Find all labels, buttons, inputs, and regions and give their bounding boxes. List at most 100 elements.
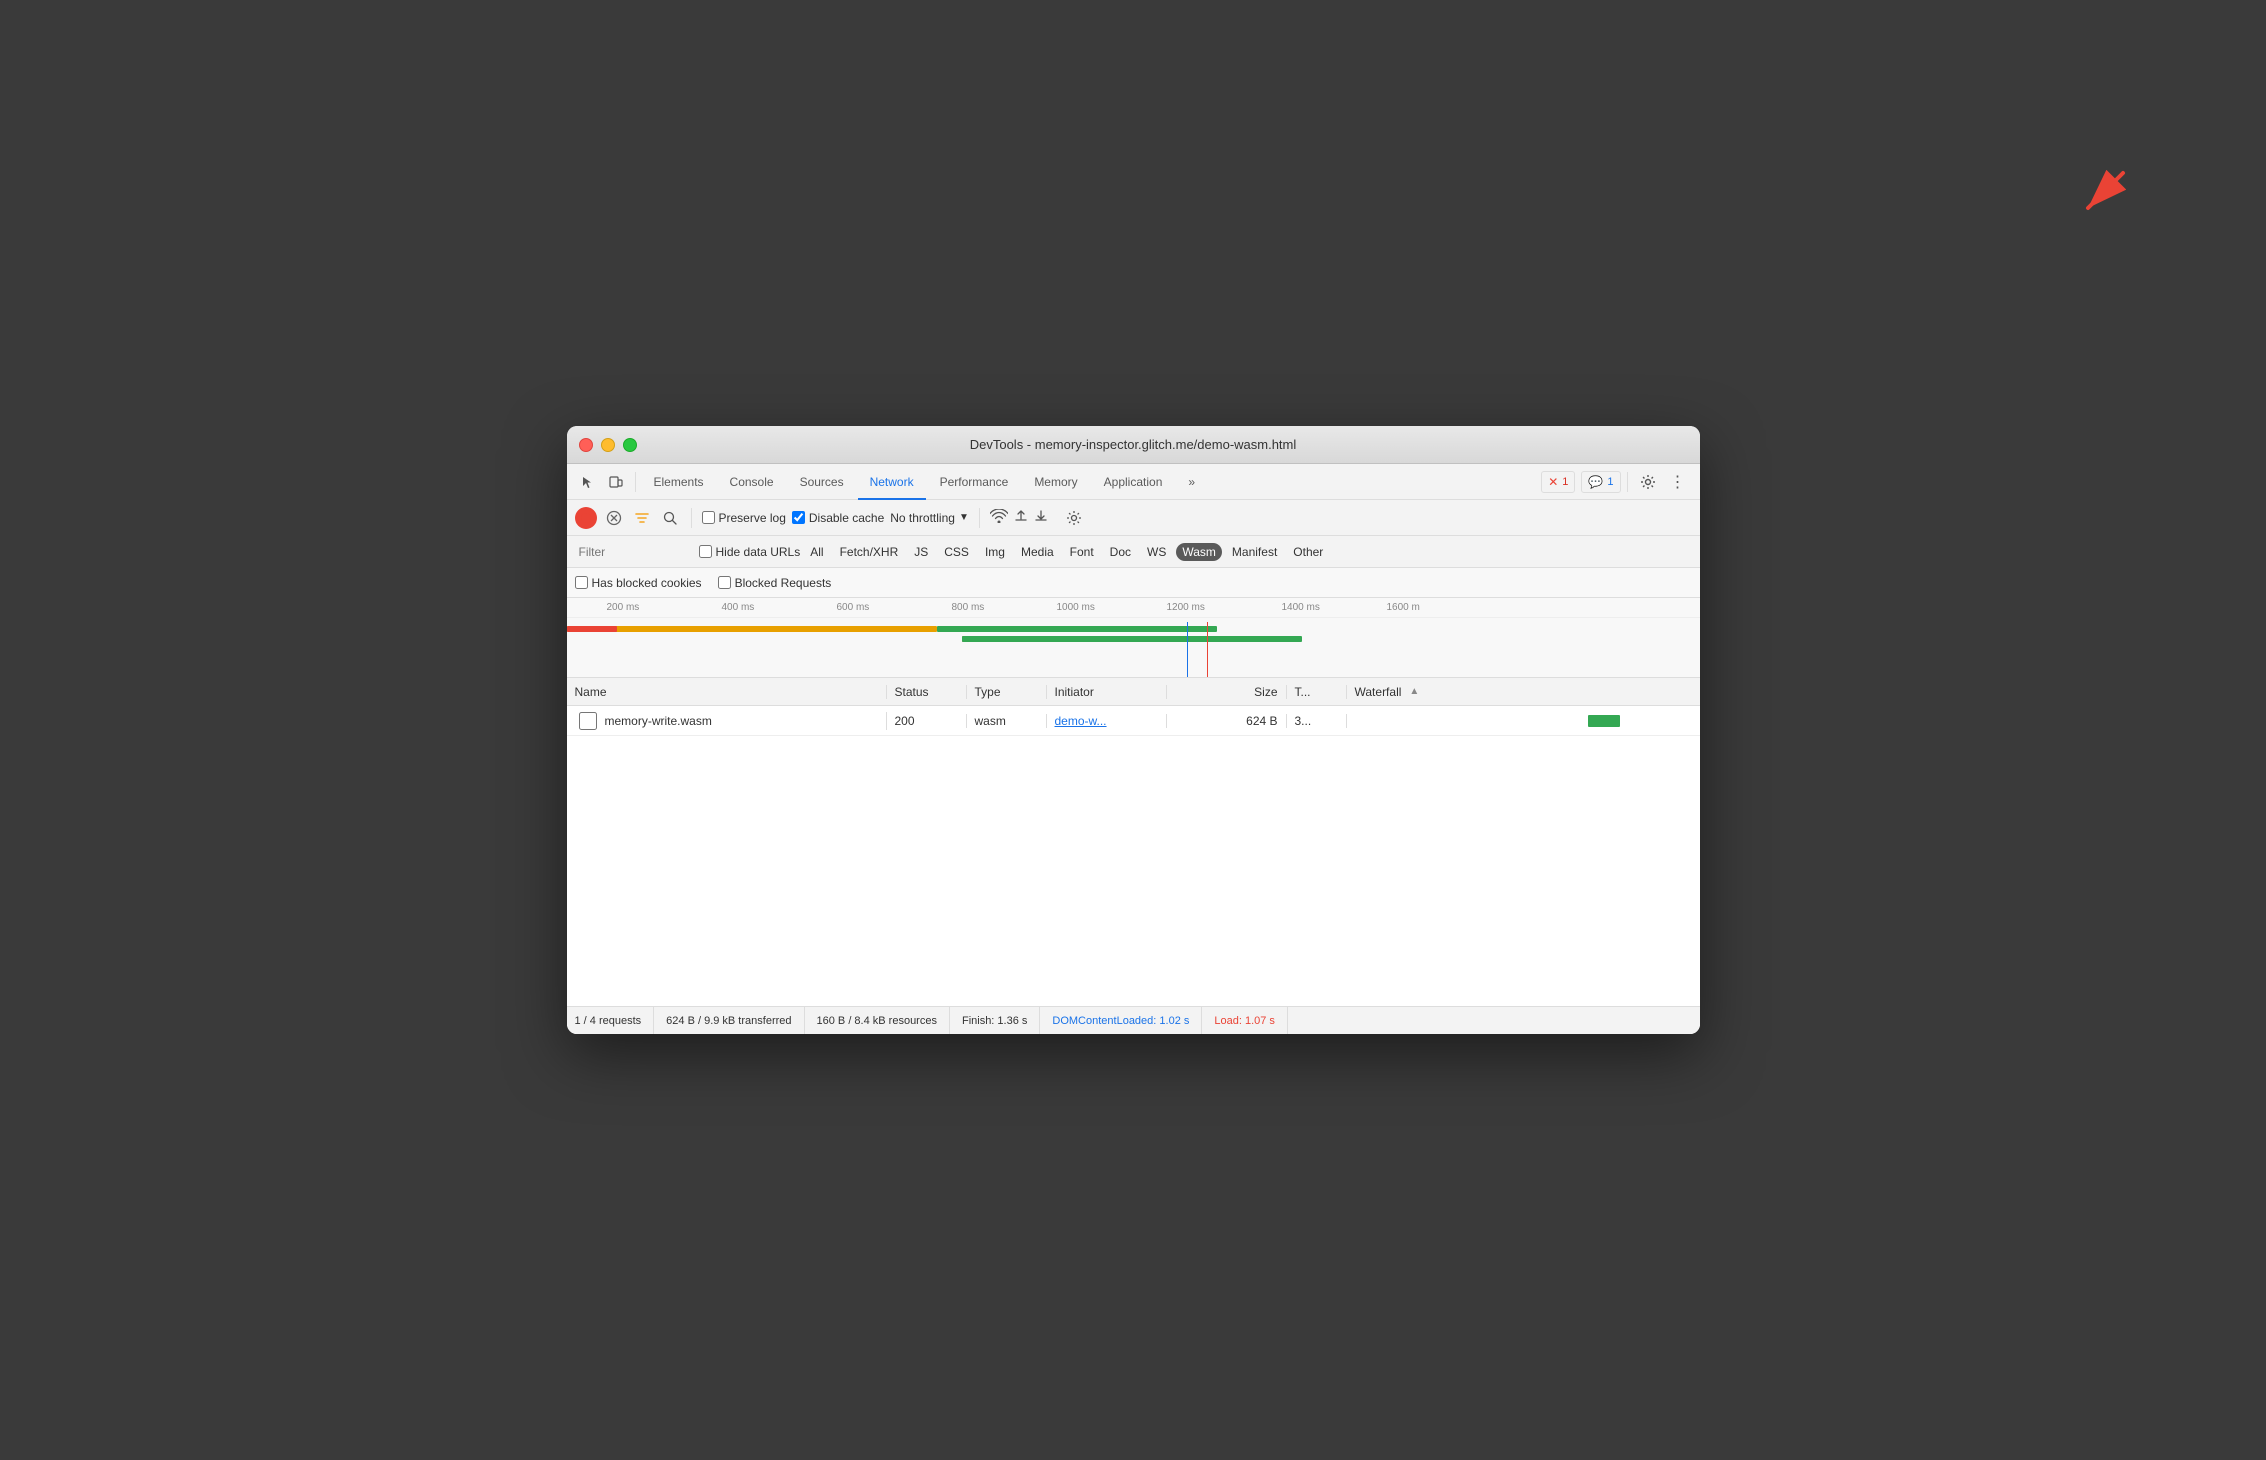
traffic-lights: [579, 438, 637, 452]
preserve-log-input[interactable]: [702, 511, 715, 524]
blocked-requests-input[interactable]: [718, 576, 731, 589]
requests-count: 1 / 4 requests: [575, 1007, 655, 1034]
error-count: 1: [1562, 476, 1568, 488]
timeline-bar-1g: [937, 626, 1217, 632]
filter-tag-manifest[interactable]: Manifest: [1226, 543, 1283, 561]
throttle-select[interactable]: No throttling ▼: [890, 511, 969, 525]
filter-tag-img[interactable]: Img: [979, 543, 1011, 561]
settings-icon[interactable]: [1634, 468, 1662, 496]
upload-icon[interactable]: [1014, 509, 1028, 526]
hide-data-urls-input[interactable]: [699, 545, 712, 558]
table-header: Name Status Type Initiator Size T... Wat…: [567, 678, 1700, 706]
tab-more[interactable]: »: [1176, 464, 1207, 500]
row-name-cell: memory-write.wasm: [567, 712, 887, 730]
resources-size: 160 B / 8.4 kB resources: [805, 1007, 950, 1034]
search-icon[interactable]: [659, 507, 681, 529]
col-header-name[interactable]: Name: [567, 685, 887, 699]
timeline-label-600ms: 600 ms: [837, 602, 870, 613]
tab-network[interactable]: Network: [858, 464, 926, 500]
error-icon: ✕: [1548, 475, 1558, 489]
timeline-label-800ms: 800 ms: [952, 602, 985, 613]
timeline-chart: [567, 622, 1700, 678]
timeline-label-1200ms: 1200 ms: [1167, 602, 1205, 613]
filter-tag-fetchxhr[interactable]: Fetch/XHR: [834, 543, 905, 561]
finish-time: Finish: 1.36 s: [950, 1007, 1040, 1034]
network-toolbar: Preserve log Disable cache No throttling…: [567, 500, 1700, 536]
window-title: DevTools - memory-inspector.glitch.me/de…: [970, 437, 1297, 452]
has-blocked-cookies-input[interactable]: [575, 576, 588, 589]
domcontent-vline: [1187, 622, 1189, 678]
col-header-time[interactable]: T...: [1287, 685, 1347, 699]
col-header-initiator[interactable]: Initiator: [1047, 685, 1167, 699]
preserve-log-checkbox[interactable]: Preserve log: [702, 511, 786, 525]
domcontent-time: DOMContentLoaded: 1.02 s: [1040, 1007, 1202, 1034]
row-size-cell: 624 B: [1167, 714, 1287, 728]
filter-input[interactable]: [575, 543, 695, 561]
table-row[interactable]: memory-write.wasm 200 wasm demo-w... 624…: [567, 706, 1700, 736]
clear-button[interactable]: [603, 507, 625, 529]
row-checkbox[interactable]: [579, 712, 597, 730]
device-icon[interactable]: [603, 469, 629, 495]
waterfall-bar: [1588, 715, 1620, 727]
filter-tag-css[interactable]: CSS: [938, 543, 975, 561]
tab-sources[interactable]: Sources: [788, 464, 856, 500]
filter-tag-font[interactable]: Font: [1064, 543, 1100, 561]
row-type-cell: wasm: [967, 714, 1047, 728]
maximize-button[interactable]: [623, 438, 637, 452]
timeline-label-400ms: 400 ms: [722, 602, 755, 613]
has-blocked-cookies-checkbox[interactable]: Has blocked cookies: [575, 576, 702, 590]
more-options-icon[interactable]: ⋮: [1664, 468, 1692, 496]
timeline-label-1400ms: 1400 ms: [1282, 602, 1320, 613]
cursor-icon[interactable]: [575, 469, 601, 495]
tab-elements[interactable]: Elements: [642, 464, 716, 500]
filter-icon[interactable]: [631, 507, 653, 529]
record-button[interactable]: [575, 507, 597, 529]
timeline-bar-2g: [962, 636, 1302, 642]
filter-tag-wasm[interactable]: Wasm: [1176, 543, 1222, 561]
minimize-button[interactable]: [601, 438, 615, 452]
timeline-label-200ms: 200 ms: [607, 602, 640, 613]
wifi-icon: [990, 509, 1008, 526]
load-time: Load: 1.07 s: [1202, 1007, 1288, 1034]
filter-tag-all[interactable]: All: [804, 543, 829, 561]
timeline-bar-1: [567, 626, 937, 632]
filter-tag-ws[interactable]: WS: [1141, 543, 1172, 561]
filter-bar: Hide data URLs All Fetch/XHR JS CSS Img …: [567, 536, 1700, 568]
timeline-labels: 200 ms 400 ms 600 ms 800 ms 1000 ms 1200…: [567, 598, 1700, 618]
col-header-status[interactable]: Status: [887, 685, 967, 699]
table-body: memory-write.wasm 200 wasm demo-w... 624…: [567, 706, 1700, 1006]
tab-console[interactable]: Console: [718, 464, 786, 500]
network-settings-icon[interactable]: [1060, 504, 1088, 532]
info-icon: 💬: [1588, 475, 1603, 489]
tab-memory[interactable]: Memory: [1022, 464, 1089, 500]
info-count: 1: [1607, 476, 1613, 488]
tab-application[interactable]: Application: [1092, 464, 1175, 500]
timeline-bar-1r: [567, 626, 617, 632]
tab-performance[interactable]: Performance: [928, 464, 1021, 500]
timeline-label-1000ms: 1000 ms: [1057, 602, 1095, 613]
filter-tag-other[interactable]: Other: [1287, 543, 1329, 561]
col-header-size[interactable]: Size: [1167, 685, 1287, 699]
titlebar: DevTools - memory-inspector.glitch.me/de…: [567, 426, 1700, 464]
disable-cache-checkbox[interactable]: Disable cache: [792, 511, 884, 525]
sort-arrow: ▲: [1409, 686, 1419, 697]
filter-tag-media[interactable]: Media: [1015, 543, 1060, 561]
badge-group: ✕ 1 💬 1: [1541, 471, 1620, 493]
col-header-type[interactable]: Type: [967, 685, 1047, 699]
filter-tag-doc[interactable]: Doc: [1104, 543, 1137, 561]
disable-cache-input[interactable]: [792, 511, 805, 524]
checkboxes-bar: Has blocked cookies Blocked Requests: [567, 568, 1700, 598]
row-time-cell: 3...: [1287, 714, 1347, 728]
download-icon[interactable]: [1034, 509, 1048, 526]
hide-data-urls-checkbox[interactable]: Hide data URLs: [699, 545, 801, 559]
timeline-label-1600ms: 1600 m: [1387, 602, 1420, 613]
error-badge[interactable]: ✕ 1: [1541, 471, 1575, 493]
info-badge[interactable]: 💬 1: [1581, 471, 1620, 493]
status-bar: 1 / 4 requests 624 B / 9.9 kB transferre…: [567, 1006, 1700, 1034]
filter-tag-js[interactable]: JS: [908, 543, 934, 561]
close-button[interactable]: [579, 438, 593, 452]
timeline-area: 200 ms 400 ms 600 ms 800 ms 1000 ms 1200…: [567, 598, 1700, 678]
col-header-waterfall[interactable]: Waterfall ▲: [1347, 685, 1700, 699]
blocked-requests-checkbox[interactable]: Blocked Requests: [718, 576, 832, 590]
devtools-tabs: Elements Console Sources Network Perform…: [567, 464, 1700, 500]
